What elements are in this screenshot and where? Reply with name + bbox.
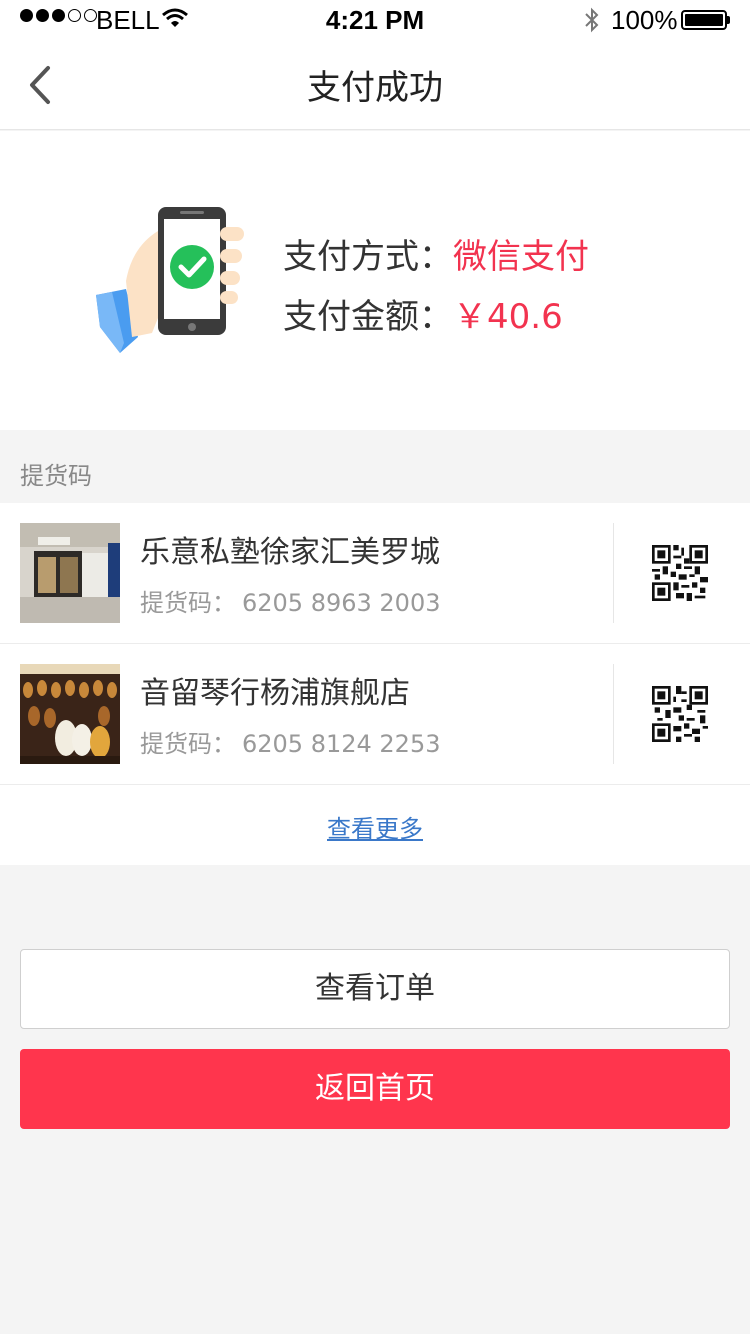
store-photo — [20, 523, 120, 623]
qr-code-icon[interactable] — [652, 545, 708, 601]
store-name: 音留琴行杨浦旗舰店 — [140, 676, 410, 711]
bluetooth-icon — [585, 7, 599, 33]
payment-method-row: 支付方式：微信支付 — [283, 229, 589, 278]
pickup-code-value: 6205 8963 2003 — [242, 589, 441, 617]
list-item[interactable]: 乐意私塾徐家汇美罗城 提货码： 6205 8963 2003 — [0, 503, 750, 644]
list-item[interactable]: 音留琴行杨浦旗舰店 提货码： 6205 8124 2253 — [0, 644, 750, 785]
pickup-code: 提货码： 6205 8124 2253 — [140, 724, 441, 759]
payment-summary-card: 支付方式：微信支付 支付金额：￥40.6 — [0, 131, 750, 430]
pickup-code-label: 提货码： — [140, 589, 236, 617]
battery-percent: 100% — [611, 5, 678, 35]
payment-method-label: 支付方式： — [283, 237, 453, 277]
divider — [613, 523, 614, 623]
status-bar: BELL 4:21 PM 100% — [0, 0, 750, 40]
payment-amount-row: 支付金额：￥40.6 — [283, 289, 563, 338]
pickup-store-list: 乐意私塾徐家汇美罗城 提货码： 6205 8963 2003 音留琴行杨浦旗舰店… — [0, 503, 750, 865]
payment-method-value: 微信支付 — [453, 237, 589, 277]
payment-amount-label: 支付金额： — [283, 297, 453, 337]
store-name: 乐意私塾徐家汇美罗城 — [140, 535, 440, 570]
nav-bar: 支付成功 — [0, 40, 750, 130]
back-home-button[interactable]: 返回首页 — [20, 1049, 730, 1129]
payment-amount-value: ￥40.6 — [453, 297, 563, 337]
phone-payment-success-icon — [96, 207, 244, 353]
divider — [613, 664, 614, 764]
qr-code-icon[interactable] — [652, 686, 708, 742]
store-photo — [20, 664, 120, 764]
pickup-code-label: 提货码： — [140, 730, 236, 758]
pickup-code: 提货码： 6205 8963 2003 — [140, 583, 441, 618]
pickup-code-value: 6205 8124 2253 — [242, 730, 441, 758]
battery-icon — [681, 10, 727, 30]
page-title: 支付成功 — [307, 68, 443, 108]
view-more-link[interactable]: 查看更多 — [0, 809, 750, 844]
view-order-button[interactable]: 查看订单 — [20, 949, 730, 1029]
pickup-section-title: 提货码 — [20, 462, 92, 490]
